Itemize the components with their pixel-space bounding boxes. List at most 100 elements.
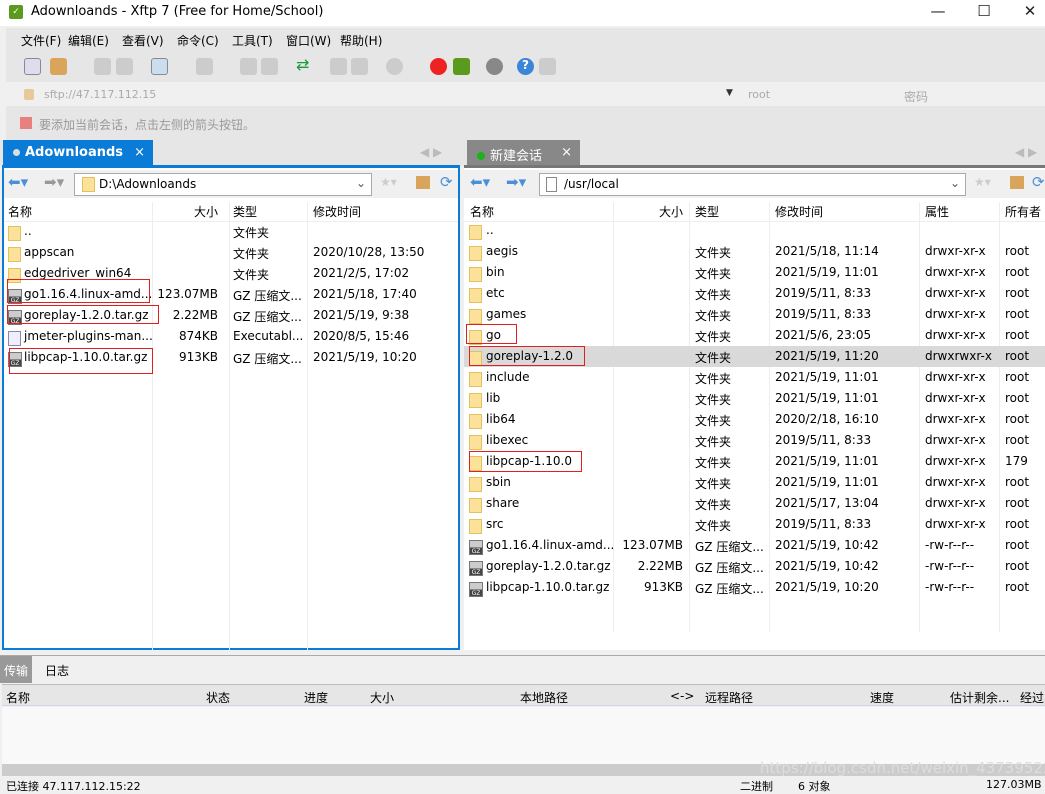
col-remote-path[interactable]: 远程路径	[705, 689, 753, 706]
bookmark-star-icon[interactable]: ★▾	[380, 175, 397, 189]
session-properties-icon[interactable]	[151, 58, 168, 75]
local-path-input[interactable]: D:\Adownloands ⌄	[74, 173, 372, 196]
minimize-button[interactable]: —	[928, 2, 948, 22]
forward-icon[interactable]: ➡▾	[44, 173, 64, 191]
parent-folder-icon[interactable]	[1010, 176, 1024, 189]
status-circle-icon[interactable]	[386, 58, 403, 75]
col-owner[interactable]: 所有者	[1005, 203, 1041, 220]
file-row[interactable]: GZ libpcap-1.10.0.tar.gz 913KB GZ 压缩文... 202…	[464, 577, 1045, 598]
tab-local[interactable]: Adownloands ×	[3, 140, 153, 166]
connect-icon[interactable]	[94, 58, 111, 75]
col-speed[interactable]: 速度	[870, 689, 894, 706]
play-icon[interactable]	[196, 58, 213, 75]
parent-folder-icon[interactable]	[416, 176, 430, 189]
copy-icon[interactable]	[330, 58, 347, 75]
tab-transfer[interactable]: 传输	[0, 656, 33, 683]
file-row[interactable]: libexec 文件夹 2019/5/11, 8:33 drwxr-xr-x root	[464, 430, 1045, 451]
tab-log[interactable]: 日志	[45, 662, 69, 679]
file-row[interactable]: GZ go1.16.4.linux-amd... 123.07MB GZ 压缩文...…	[464, 535, 1045, 556]
menu-window[interactable]: 窗口(W)	[286, 32, 331, 49]
help-icon[interactable]: ?	[517, 58, 534, 75]
file-name: ..	[486, 223, 494, 237]
col-progress[interactable]: 进度	[304, 689, 328, 706]
col-local-path[interactable]: 本地路径	[520, 689, 568, 706]
tab-remote[interactable]: 新建会话 ×	[467, 140, 580, 166]
col-type[interactable]: 类型	[233, 203, 257, 220]
refresh-icon[interactable]: ⟳	[1032, 173, 1045, 191]
file-row[interactable]: .. 文件夹	[4, 221, 458, 242]
file-name: goreplay-1.2.0.tar.gz	[486, 559, 611, 573]
path-dropdown-icon[interactable]: ⌄	[950, 176, 960, 190]
gear-icon[interactable]	[486, 58, 503, 75]
col-size[interactable]: 大小	[370, 689, 394, 706]
refresh-icon[interactable]: ⟳	[440, 173, 453, 191]
username-input[interactable]: root	[748, 88, 770, 101]
file-row[interactable]: go 文件夹 2021/5/6, 23:05 drwxr-xr-x root	[464, 325, 1045, 346]
file-attr: -rw-r--r--	[925, 559, 975, 573]
col-size[interactable]: 大小	[659, 203, 683, 220]
col-type[interactable]: 类型	[695, 203, 719, 220]
col-date[interactable]: 修改时间	[313, 203, 361, 220]
file-row[interactable]: src 文件夹 2019/5/11, 8:33 drwxr-xr-x root	[464, 514, 1045, 535]
xftp-icon[interactable]	[453, 58, 470, 75]
new-session-icon[interactable]	[24, 58, 41, 75]
file-row[interactable]: aegis 文件夹 2021/5/18, 11:14 drwxr-xr-x root	[464, 241, 1045, 262]
file-icon	[546, 177, 557, 192]
sync-arrows-icon[interactable]: ⇄	[296, 55, 313, 74]
path-dropdown-icon[interactable]: ⌄	[356, 176, 366, 190]
back-icon[interactable]: ⬅▾	[470, 173, 490, 191]
tab-close-button[interactable]: ×	[561, 145, 572, 160]
col-date[interactable]: 修改时间	[775, 203, 823, 220]
file-row[interactable]: ..	[464, 220, 1045, 241]
file-row[interactable]: share 文件夹 2021/5/17, 13:04 drwxr-xr-x root	[464, 493, 1045, 514]
col-status[interactable]: 状态	[206, 689, 230, 706]
download-icon[interactable]	[261, 58, 278, 75]
disconnect-icon[interactable]	[116, 58, 133, 75]
menu-view[interactable]: 查看(V)	[122, 32, 164, 49]
file-row[interactable]: lib 文件夹 2021/5/19, 11:01 drwxr-xr-x root	[464, 388, 1045, 409]
tab-scroll-arrows[interactable]: ◀ ▶	[1015, 145, 1037, 159]
col-size[interactable]: 大小	[194, 203, 218, 220]
file-type: 文件夹	[233, 247, 270, 261]
paste-icon[interactable]	[351, 58, 368, 75]
menu-file[interactable]: 文件(F)	[21, 32, 61, 49]
close-button[interactable]: ✕	[1020, 2, 1040, 22]
menu-edit[interactable]: 编辑(E)	[68, 32, 109, 49]
col-direction[interactable]: <->	[670, 689, 694, 703]
col-name[interactable]: 名称	[6, 689, 30, 706]
menu-help[interactable]: 帮助(H)	[340, 32, 382, 49]
file-row[interactable]: sbin 文件夹 2021/5/19, 11:01 drwxr-xr-x root	[464, 472, 1045, 493]
forward-icon[interactable]: ➡▾	[506, 173, 526, 191]
col-name[interactable]: 名称	[8, 203, 32, 220]
file-row[interactable]: bin 文件夹 2021/5/19, 11:01 drwxr-xr-x root	[464, 262, 1045, 283]
host-dropdown-icon[interactable]: ▼	[726, 88, 733, 98]
col-elapsed[interactable]: 经过	[1020, 689, 1044, 706]
file-row[interactable]: lib64 文件夹 2020/2/18, 16:10 drwxr-xr-x root	[464, 409, 1045, 430]
file-row[interactable]: include 文件夹 2021/5/19, 11:01 drwxr-xr-x root	[464, 367, 1045, 388]
xshell-icon[interactable]	[430, 58, 447, 75]
file-row[interactable]: appscan 文件夹 2020/10/28, 13:50	[4, 242, 458, 263]
col-eta[interactable]: 估计剩余...	[950, 689, 1009, 706]
file-row[interactable]: GZ goreplay-1.2.0.tar.gz 2.22MB GZ 压缩文... 20…	[464, 556, 1045, 577]
remote-path-input[interactable]: /usr/local ⌄	[539, 173, 966, 196]
col-name[interactable]: 名称	[470, 203, 494, 220]
bookmark-star-icon[interactable]: ★▾	[974, 175, 991, 189]
file-row[interactable]: games 文件夹 2019/5/11, 8:33 drwxr-xr-x root	[464, 304, 1045, 325]
back-icon[interactable]: ⬅▾	[8, 173, 28, 191]
file-row[interactable]: etc 文件夹 2019/5/11, 8:33 drwxr-xr-x root	[464, 283, 1045, 304]
host-input[interactable]: sftp://47.117.112.15	[44, 88, 156, 101]
bookmark-arrow-icon[interactable]	[20, 117, 32, 129]
col-attributes[interactable]: 属性	[925, 203, 949, 220]
tab-local-label: Adownloands	[25, 145, 124, 160]
menu-tools[interactable]: 工具(T)	[232, 32, 273, 49]
maximize-button[interactable]: ☐	[974, 2, 994, 22]
chat-icon[interactable]	[539, 58, 556, 75]
menu-command[interactable]: 命令(C)	[177, 32, 219, 49]
open-folder-icon[interactable]	[50, 58, 67, 75]
tab-close-button[interactable]: ×	[134, 145, 145, 160]
upload-icon[interactable]	[240, 58, 257, 75]
file-row[interactable]: jmeter-plugins-man... 874KB Executabl... 20…	[4, 326, 458, 347]
tab-scroll-arrows[interactable]: ◀ ▶	[420, 145, 442, 159]
password-input[interactable]: 密码	[904, 88, 928, 105]
file-name: src	[486, 517, 504, 531]
